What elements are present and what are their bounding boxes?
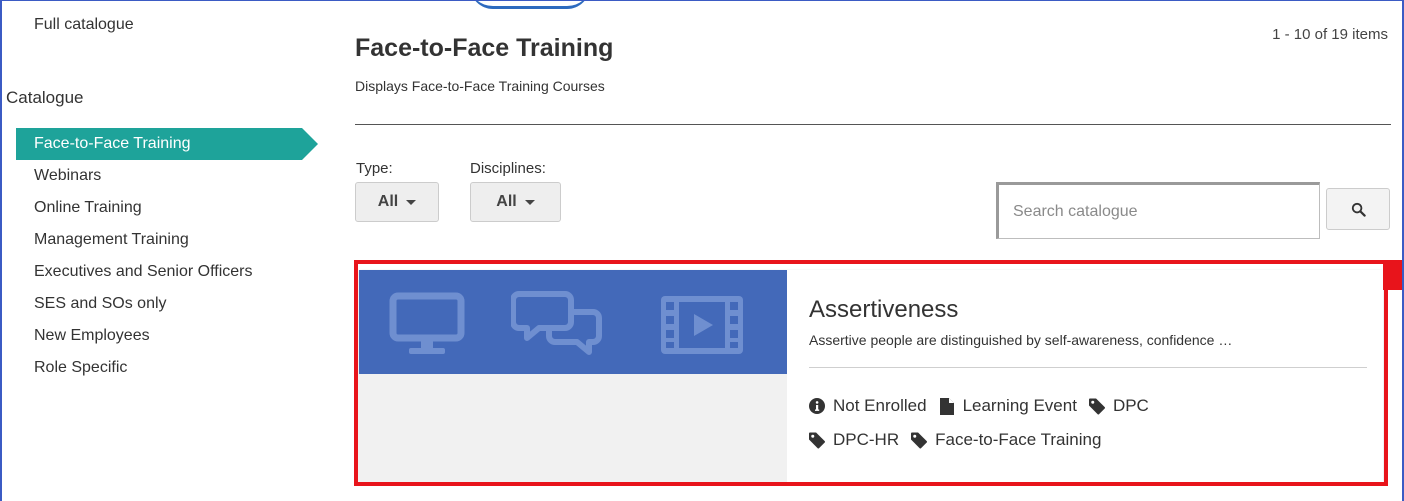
caret-down-icon: [524, 199, 535, 205]
full-catalogue-link[interactable]: Full catalogue: [34, 16, 134, 34]
sidebar-item-online-training[interactable]: Online Training: [16, 192, 302, 224]
pagination-count: 1 - 10 of 19 items: [1272, 26, 1388, 43]
header-divider: [355, 124, 1391, 125]
sidebar-item-ses-and-sos-only[interactable]: SES and SOs only: [16, 288, 302, 320]
caret-down-icon: [406, 199, 417, 205]
catalogue-heading: Catalogue: [6, 88, 84, 107]
type-filter-dropdown[interactable]: All: [355, 182, 439, 222]
disciplines-filter-value: All: [496, 193, 517, 210]
sidebar-item-role-specific[interactable]: Role Specific: [16, 352, 302, 384]
search-input[interactable]: [996, 182, 1320, 239]
highlight-box: [354, 260, 1388, 486]
sidebar-item-management-training[interactable]: Management Training: [16, 224, 302, 256]
sidebar-item-face-to-face-training[interactable]: Face-to-Face Training: [16, 128, 318, 160]
disciplines-filter-label: Disciplines:: [470, 160, 546, 177]
search-button[interactable]: [1326, 188, 1390, 230]
top-arc-decoration: [470, 0, 590, 9]
page-subtitle: Displays Face-to-Face Training Courses: [355, 78, 605, 94]
sidebar-item-new-employees[interactable]: New Employees: [16, 320, 302, 352]
type-filter-label: Type:: [356, 160, 393, 177]
highlight-tab: [1383, 260, 1404, 290]
disciplines-filter-dropdown[interactable]: All: [470, 182, 561, 222]
page-title: Face-to-Face Training: [355, 34, 614, 62]
catalogue-nav: Face-to-Face Training Webinars Online Tr…: [16, 128, 318, 384]
sidebar-item-webinars[interactable]: Webinars: [16, 160, 302, 192]
sidebar: Full catalogue Catalogue Face-to-Face Tr…: [0, 0, 318, 501]
type-filter-value: All: [377, 193, 399, 210]
search-icon: [1351, 202, 1366, 217]
sidebar-item-executives-and-senior-officers[interactable]: Executives and Senior Officers: [16, 256, 302, 288]
